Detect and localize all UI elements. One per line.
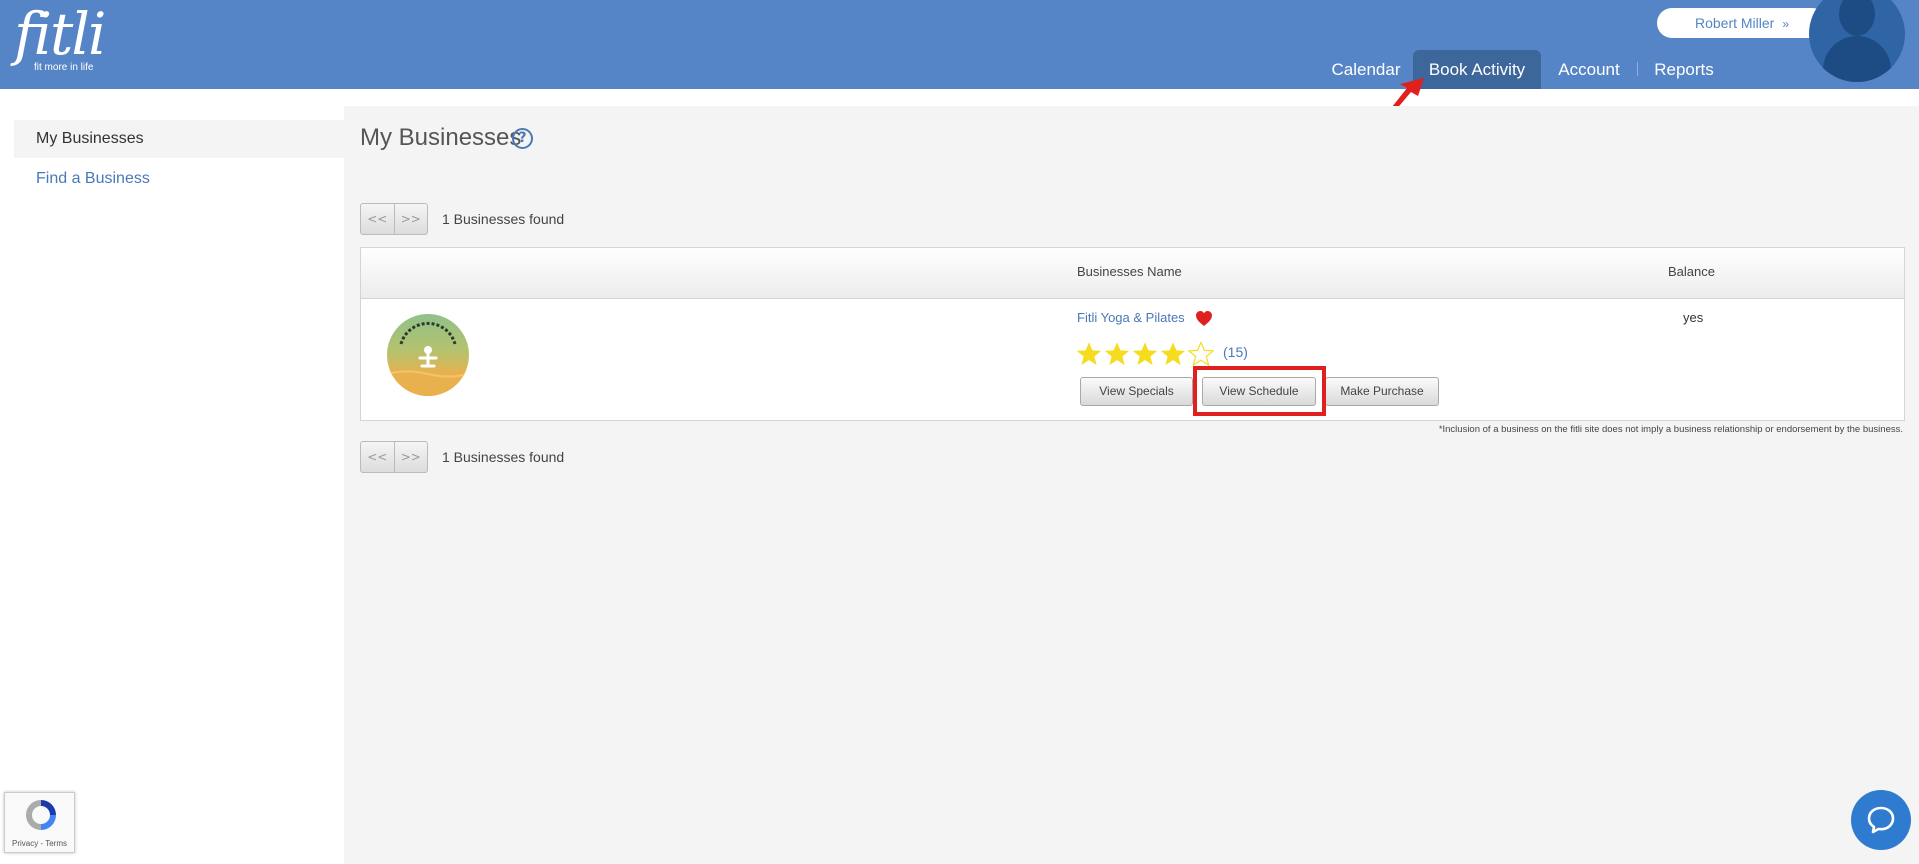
page-title: My Businesses (360, 124, 522, 151)
pager-next-button[interactable]: >> (393, 442, 428, 472)
chat-icon (1867, 806, 1895, 834)
review-count-link[interactable]: (15) (1223, 344, 1248, 360)
sidebar-item-my-businesses[interactable]: My Businesses (14, 120, 344, 158)
app-header: fitli fit more in life Robert Miller» Ca… (0, 0, 1919, 89)
businesses-table: Businesses Name Balance Fitli Yoga & Pil… (360, 247, 1905, 421)
chevron-down-icon: » (1782, 17, 1790, 31)
chat-widget-button[interactable] (1851, 790, 1911, 850)
recaptcha-badge[interactable]: Privacy - Terms (4, 792, 75, 853)
disclaimer-text: *Inclusion of a business on the fitli si… (1438, 424, 1903, 435)
nav-separator (1637, 62, 1638, 76)
pager-prev-button[interactable]: << (361, 204, 394, 234)
fitli-logo[interactable]: fitli fit more in life (14, 0, 106, 73)
make-purchase-button[interactable]: Make Purchase (1325, 377, 1439, 406)
column-header-name: Businesses Name (1077, 264, 1182, 279)
star-filled-icon (1160, 342, 1186, 365)
logo-tagline: fit more in life (34, 62, 94, 73)
star-filled-icon (1104, 342, 1130, 365)
recaptcha-privacy-terms[interactable]: Privacy - Terms (5, 839, 74, 848)
nav-book-activity[interactable]: Book Activity (1413, 50, 1541, 89)
logo-wordmark: fitli (14, 0, 106, 68)
main-panel (344, 106, 1919, 864)
annotation-highlight-box (1193, 366, 1326, 416)
business-name-link[interactable]: Fitli Yoga & Pilates (1077, 310, 1185, 325)
pager-next-button[interactable]: >> (393, 204, 428, 234)
pager-bottom: << >> (360, 441, 428, 473)
star-filled-icon (1076, 342, 1102, 365)
balance-value: yes (1683, 310, 1704, 325)
star-filled-icon (1132, 342, 1158, 365)
pager-top: << >> (360, 203, 428, 235)
view-specials-button[interactable]: View Specials (1080, 377, 1193, 406)
sidebar-item-find-business[interactable]: Find a Business (14, 160, 344, 198)
user-name: Robert Miller (1694, 15, 1775, 31)
business-logo[interactable] (387, 314, 469, 396)
results-count: 1 Businesses found (442, 211, 565, 227)
star-rating (1075, 340, 1215, 368)
heart-icon[interactable] (1195, 310, 1213, 327)
nav-account[interactable]: Account (1549, 50, 1629, 89)
avatar[interactable] (1809, 0, 1905, 82)
results-count: 1 Businesses found (442, 449, 565, 465)
star-empty-icon (1187, 340, 1215, 367)
table-header: Businesses Name Balance (361, 248, 1904, 299)
pager-prev-button[interactable]: << (361, 442, 394, 472)
nav-reports[interactable]: Reports (1646, 50, 1722, 89)
recaptcha-icon (26, 800, 56, 830)
help-icon[interactable]: ? (512, 128, 533, 149)
user-menu[interactable]: Robert Miller » (1657, 8, 1827, 38)
column-header-balance: Balance (1668, 264, 1715, 279)
